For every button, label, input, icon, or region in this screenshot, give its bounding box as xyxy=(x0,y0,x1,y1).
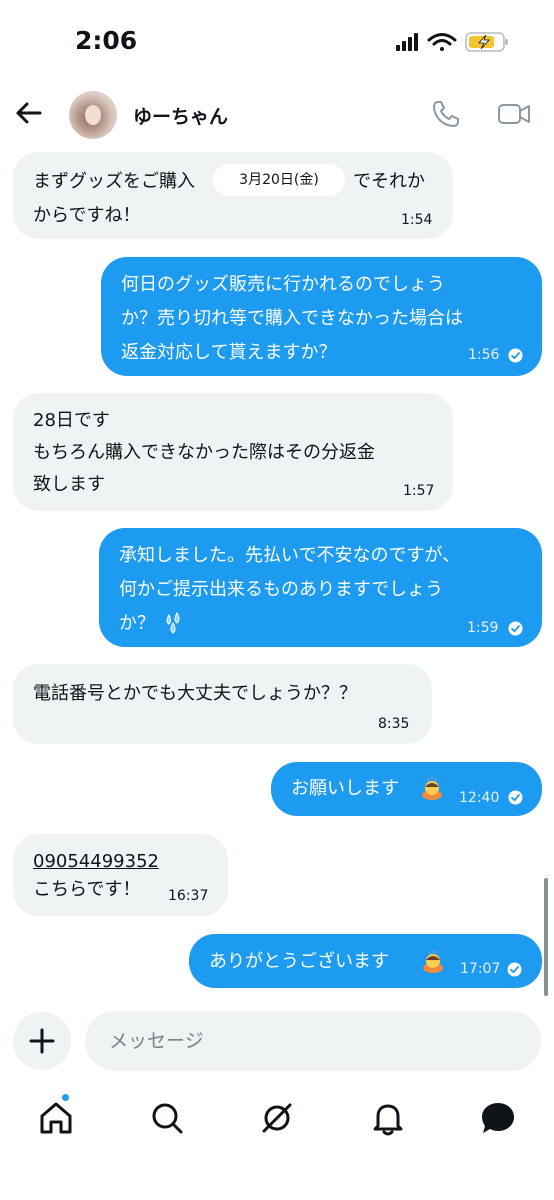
date-label: 3月20日(金) xyxy=(214,165,344,195)
home-icon[interactable] xyxy=(36,1098,76,1138)
scrollbar[interactable] xyxy=(544,878,548,996)
status-time: 2:06 xyxy=(75,26,138,55)
message-text: 電話番号とかでも大丈夫でしょうか？？ xyxy=(33,683,357,704)
add-attachment-button[interactable] xyxy=(13,1012,71,1070)
message-bubble-incoming[interactable]: 電話番号とかでも大丈夫でしょうか？？ 8:35 xyxy=(13,664,432,744)
message-bubble-outgoing[interactable]: 承知しました。先払いで不安なのですが、 何かご提示出来るものありますでしょう か… xyxy=(99,528,542,647)
message-time: 12:40 xyxy=(459,790,500,806)
message-input[interactable] xyxy=(85,1011,541,1071)
message-text: まずグッズをご購入 xyxy=(33,171,195,192)
message-text: 28日です xyxy=(33,410,110,431)
message-text: か？売り切れ等で購入できなかった場合は xyxy=(121,308,463,329)
message-text: 何かご提示出来るものありますでしょう xyxy=(119,579,444,600)
phone-icon[interactable] xyxy=(430,98,462,130)
status-indicators xyxy=(396,32,508,52)
message-time: 1:54 xyxy=(401,212,433,228)
message-text: か？ xyxy=(119,613,155,634)
message-time: 1:57 xyxy=(403,483,435,499)
message-bubble-outgoing[interactable]: ありがとうございます 17:07 xyxy=(189,934,542,988)
message-text: 承知しました。先払いで不安なのですが、 xyxy=(119,545,461,566)
back-arrow-icon[interactable] xyxy=(12,96,46,130)
message-text: 返金対応して貰えますか？ xyxy=(121,342,337,363)
message-time: 8:35 xyxy=(378,716,410,732)
message-text: でそれか xyxy=(353,171,425,192)
message-bubble-outgoing[interactable]: お願いします 12:40 xyxy=(271,762,542,816)
bowing-person-emoji xyxy=(422,777,442,800)
home-indicator xyxy=(208,1180,346,1185)
message-text: お願いします xyxy=(291,778,399,799)
message-text: こちらです！ xyxy=(33,879,141,900)
message-bubble-outgoing[interactable]: 何日のグッズ販売に行かれるのでしょう か？売り切れ等で購入できなかった場合は 返… xyxy=(101,257,542,376)
plus-icon xyxy=(29,1028,55,1054)
sweat-droplets-emoji xyxy=(166,611,180,634)
status-bar: 2:06 xyxy=(0,0,554,80)
message-bubble-incoming[interactable]: 09054499352 こちらです！ 16:37 xyxy=(13,834,228,916)
read-check-icon xyxy=(508,348,523,363)
wifi-icon xyxy=(427,33,457,51)
search-icon[interactable] xyxy=(147,1098,187,1138)
message-text: 何日のグッズ販売に行かれるのでしょう xyxy=(121,274,445,295)
message-time: 16:37 xyxy=(168,888,209,904)
message-text: ありがとうございます xyxy=(209,951,389,972)
message-text: からですね！ xyxy=(33,205,141,226)
grok-icon[interactable] xyxy=(257,1098,297,1138)
video-icon[interactable] xyxy=(497,98,531,130)
read-check-icon xyxy=(507,962,522,977)
message-time: 1:59 xyxy=(467,620,499,636)
notification-dot xyxy=(61,1093,70,1102)
message-text: もちろん購入できなかった際はその分返金 xyxy=(33,442,375,463)
message-time: 17:07 xyxy=(460,961,501,977)
message-text: 致します xyxy=(33,474,105,495)
bowing-person-emoji xyxy=(423,950,443,973)
messages-icon[interactable] xyxy=(478,1098,518,1138)
chat-header: ゆーちゃん xyxy=(0,80,554,150)
contact-name[interactable]: ゆーちゃん xyxy=(133,102,228,129)
read-check-icon xyxy=(508,790,523,805)
message-time: 1:56 xyxy=(468,347,500,363)
notifications-bell-icon[interactable] xyxy=(368,1098,408,1138)
bottom-nav xyxy=(0,1085,554,1155)
read-check-icon xyxy=(508,621,523,636)
battery-icon xyxy=(465,32,508,52)
signal-icon xyxy=(396,33,418,51)
message-bubble-incoming[interactable]: 28日です もちろん購入できなかった際はその分返金 致します 1:57 xyxy=(13,393,453,511)
avatar[interactable] xyxy=(69,91,117,139)
